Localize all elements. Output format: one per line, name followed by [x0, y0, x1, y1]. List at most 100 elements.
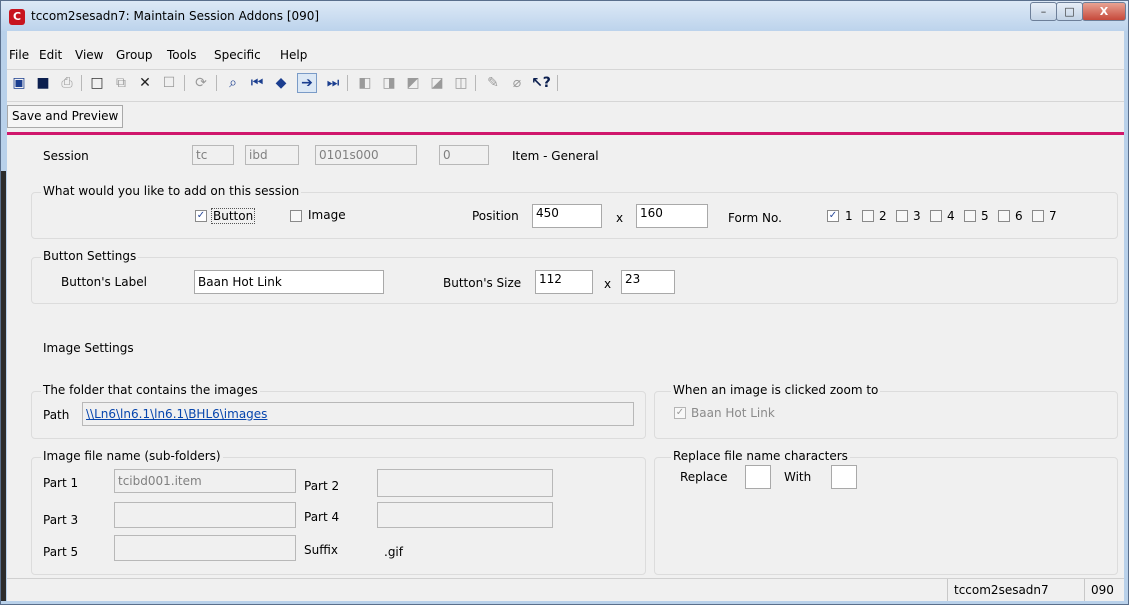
suffix-label: Suffix: [304, 543, 338, 557]
with-label: With: [784, 470, 812, 484]
replace-input[interactable]: [745, 465, 771, 489]
part5-field: [114, 535, 296, 561]
menu-edit[interactable]: Edit: [39, 48, 62, 62]
group-icon-3[interactable]: ◩: [403, 73, 423, 93]
app-icon: C: [9, 9, 25, 25]
text-icon[interactable]: ✎: [483, 73, 503, 93]
session-code-field: 0101s000: [315, 145, 417, 165]
minimize-button[interactable]: –: [1030, 2, 1057, 21]
part2-field: [377, 469, 553, 497]
find-icon[interactable]: ⌕: [223, 73, 243, 93]
form-content: Session tc ibd 0101s000 0 Item - General…: [7, 135, 1124, 601]
form-5-label: 5: [981, 209, 989, 223]
group-icon-5[interactable]: ◫: [451, 73, 471, 93]
form-1-label: 1: [845, 209, 853, 223]
image-settings-heading: Image Settings: [43, 341, 134, 355]
part1-field: tcibd001.item: [114, 469, 296, 493]
session-label: Session: [43, 149, 89, 163]
close-button[interactable]: X: [1082, 2, 1126, 21]
zoom-target-group-title: When an image is clicked zoom to: [671, 383, 881, 397]
form-6-checkbox[interactable]: [998, 210, 1010, 222]
button-checkbox[interactable]: ✓: [195, 210, 207, 222]
image-filename-group-title: Image file name (sub-folders): [41, 449, 223, 463]
toolbar-separator: [184, 75, 185, 91]
help-icon[interactable]: ↖?: [531, 73, 551, 93]
part3-label: Part 3: [43, 513, 79, 527]
status-company: 090: [1084, 579, 1124, 601]
refresh-icon[interactable]: ⟳: [191, 73, 211, 93]
group-icon-4[interactable]: ◪: [427, 73, 447, 93]
form-number-label: Form No.: [728, 211, 782, 225]
part4-label: Part 4: [304, 510, 340, 524]
menu-group[interactable]: Group: [116, 48, 153, 62]
delete-icon[interactable]: ✕: [135, 73, 155, 93]
menu-view[interactable]: View: [75, 48, 103, 62]
toolbar-separator: [81, 75, 82, 91]
image-folder-group-title: The folder that contains the images: [41, 383, 260, 397]
next-record-icon[interactable]: ➔: [297, 73, 317, 93]
previous-record-icon[interactable]: ◆: [271, 73, 291, 93]
zoom-baan-hot-link-checkbox: ✓: [674, 407, 686, 419]
path-label: Path: [43, 408, 70, 422]
position-label: Position: [472, 209, 519, 223]
title-bar: C tccom2sesadn7: Maintain Session Addons…: [1, 1, 1128, 31]
last-record-icon[interactable]: ⏭: [323, 73, 343, 93]
toolbar-separator: [216, 75, 217, 91]
form-4-checkbox[interactable]: [930, 210, 942, 222]
maximize-button[interactable]: □: [1056, 2, 1083, 21]
part3-field: [114, 502, 296, 528]
attach-icon[interactable]: ⌀: [507, 73, 527, 93]
toolbar-separator: [347, 75, 348, 91]
toolbar-separator: [557, 75, 558, 91]
image-checkbox[interactable]: [290, 210, 302, 222]
save-and-preview-button[interactable]: Save and Preview: [7, 105, 124, 128]
path-field[interactable]: \\Ln6\ln6.1\ln6.1\BHL6\images: [82, 402, 634, 426]
button-label-input[interactable]: Baan Hot Link: [194, 270, 384, 294]
first-record-icon[interactable]: ⏮: [247, 73, 267, 93]
form-4-label: 4: [947, 209, 955, 223]
button-checkbox-label[interactable]: Button: [211, 208, 256, 224]
button-size-label: Button's Size: [443, 276, 522, 290]
with-input[interactable]: [831, 465, 857, 489]
form-5-checkbox[interactable]: [964, 210, 976, 222]
open-icon[interactable]: ▣: [9, 73, 29, 93]
replace-label: Replace: [680, 470, 728, 484]
menu-bar: File Edit View Group Tools Specific Help: [7, 45, 1124, 66]
group-icon-2[interactable]: ◨: [379, 73, 399, 93]
toolbar-separator: [475, 75, 476, 91]
form-1-checkbox[interactable]: ✓: [827, 210, 839, 222]
menu-help[interactable]: Help: [280, 48, 307, 62]
form-3-checkbox[interactable]: [896, 210, 908, 222]
form-7-checkbox[interactable]: [1032, 210, 1044, 222]
button-width-input[interactable]: 112: [535, 270, 593, 294]
image-checkbox-label[interactable]: Image: [308, 208, 346, 222]
application-window: C tccom2sesadn7: Maintain Session Addons…: [0, 0, 1129, 605]
form-2-checkbox[interactable]: [862, 210, 874, 222]
form-7-label: 7: [1049, 209, 1057, 223]
status-bar: tccom2sesadn7 090: [7, 578, 1124, 601]
group-icon-1[interactable]: ◧: [355, 73, 375, 93]
status-session: tccom2sesadn7: [947, 579, 1084, 601]
form-6-label: 6: [1015, 209, 1023, 223]
session-description: Item - General: [512, 149, 599, 163]
action-bar: Save and Preview: [7, 101, 1124, 132]
print-icon[interactable]: ⎙: [57, 73, 77, 93]
position-y-input[interactable]: 160: [636, 204, 708, 228]
position-x-input[interactable]: 450: [532, 204, 602, 228]
part4-field: [377, 502, 553, 528]
button-settings-title: Button Settings: [41, 249, 139, 263]
menu-file[interactable]: File: [9, 48, 29, 62]
new-icon[interactable]: □: [87, 73, 107, 93]
menu-tools[interactable]: Tools: [167, 48, 197, 62]
menu-specific[interactable]: Specific: [214, 48, 261, 62]
form-3-label: 3: [913, 209, 921, 223]
suffix-value: .gif: [384, 545, 403, 559]
path-link[interactable]: \\Ln6\ln6.1\ln6.1\BHL6\images: [86, 407, 267, 421]
session-module-field: ibd: [245, 145, 299, 165]
button-height-input[interactable]: 23: [621, 270, 675, 294]
properties-icon[interactable]: ☐: [159, 73, 179, 93]
form-2-label: 2: [879, 209, 887, 223]
session-version-field: 0: [439, 145, 489, 165]
save-icon[interactable]: ■: [33, 73, 53, 93]
copy-icon[interactable]: ⧉: [111, 73, 131, 93]
